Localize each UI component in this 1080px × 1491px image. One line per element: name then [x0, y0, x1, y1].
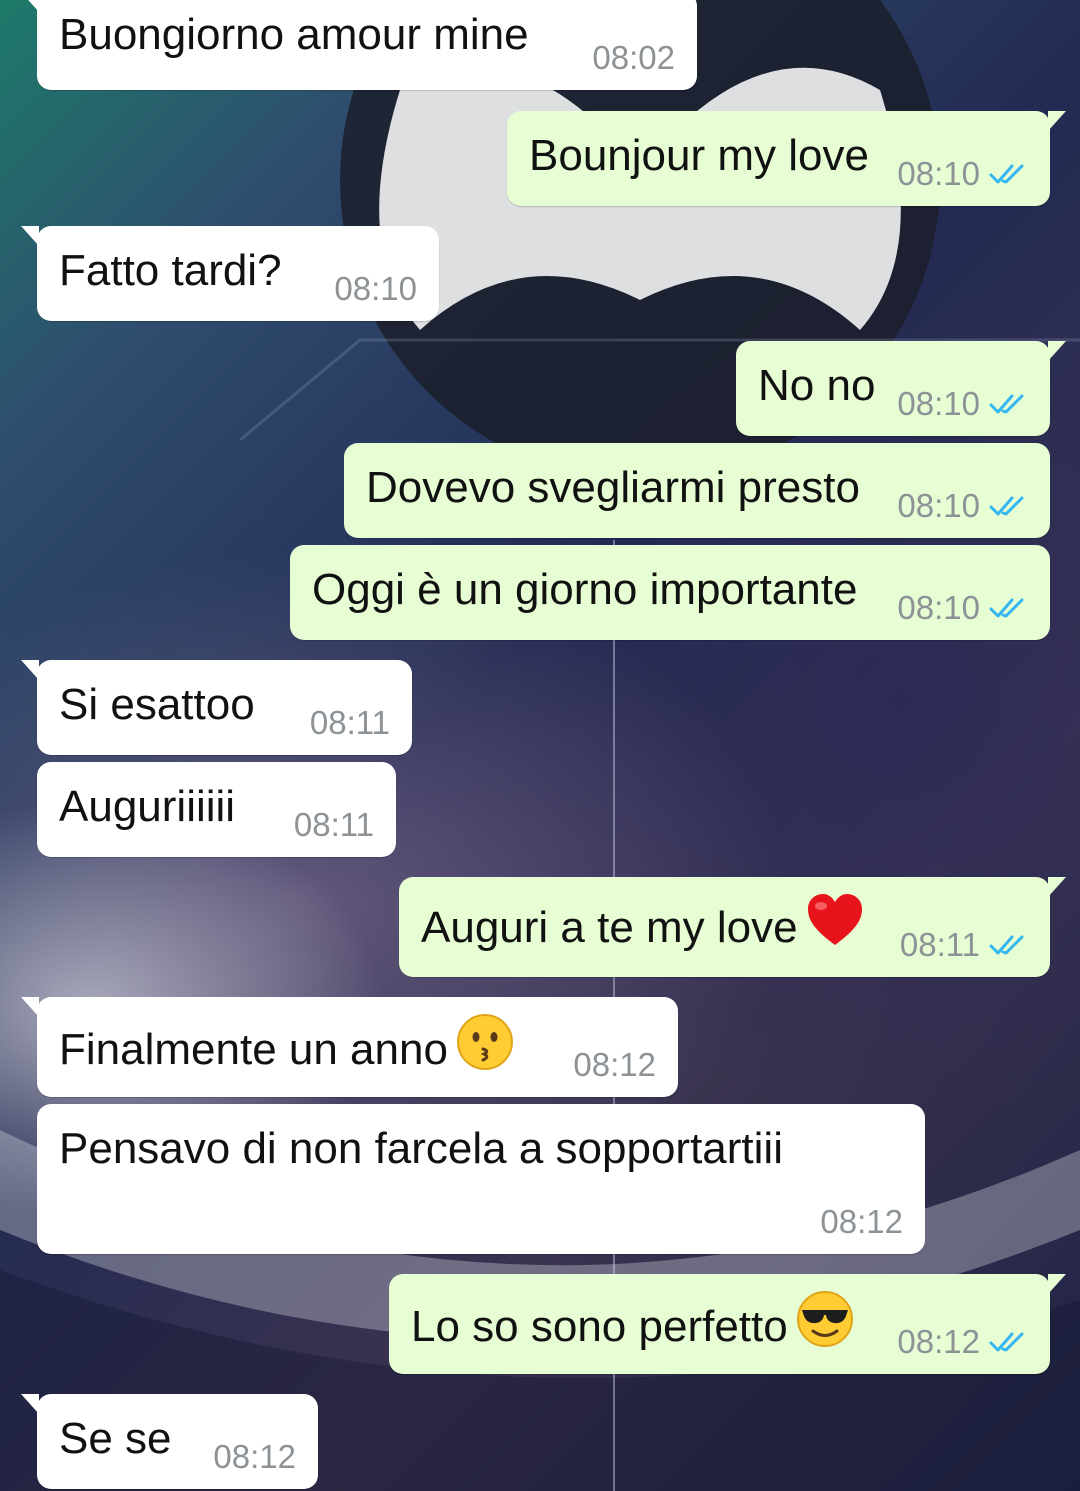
message-bubble-incoming[interactable]: Se se 08:12 — [21, 1394, 318, 1489]
message-text-content: Finalmente un anno — [59, 1025, 448, 1075]
message-bubble-incoming[interactable]: Fatto tardi? 08:10 — [21, 226, 439, 321]
message-text: Oggi è un giorno importante — [312, 565, 858, 614]
read-receipt-icon — [989, 1332, 1024, 1352]
message-bubble-incoming[interactable]: Pensavo di non farcela a sopportartiii 0… — [37, 1104, 925, 1254]
message-text: Pensavo di non farcela a sopportartiii — [59, 1124, 783, 1173]
message-meta: 08:10 — [897, 386, 1028, 422]
message-meta: 08:12 — [820, 1204, 903, 1240]
message-meta: 08:10 — [334, 271, 417, 307]
message-text: Buongiorno amour mine — [59, 10, 529, 59]
message-bubble-outgoing[interactable]: Bounjour my love 08:10 — [507, 111, 1066, 206]
message-text: Auguriiiiii — [59, 782, 236, 831]
message-time: 08:12 — [897, 1323, 980, 1360]
message-bubble-incoming[interactable]: Auguriiiiii 08:11 — [37, 762, 396, 857]
message-text-content: Auguri a te my love — [421, 903, 798, 953]
message-time: 08:12 — [573, 1046, 656, 1083]
message-bubble-outgoing[interactable]: Dovevo svegliarmi presto 08:10 — [344, 443, 1050, 538]
message-time: 08:10 — [897, 589, 980, 626]
message-time: 08:11 — [293, 806, 374, 843]
message-meta: 08:10 — [897, 156, 1028, 192]
message-meta: 08:12 — [897, 1324, 1028, 1360]
message-bubble-incoming[interactable]: Finalmente un anno 08:12 — [21, 997, 678, 1097]
message-meta: 08:12 — [573, 1047, 656, 1083]
message-text: Bounjour my love — [529, 131, 869, 180]
message-bubble-outgoing[interactable]: Auguri a te my love 08:11 — [399, 877, 1066, 977]
message-time: 08:11 — [899, 926, 980, 963]
message-meta: 08:11 — [310, 705, 390, 741]
message-time: 08:12 — [213, 1438, 296, 1475]
message-text: Finalmente un anno — [59, 1014, 514, 1088]
red-heart-icon — [806, 893, 864, 960]
sunglasses-face-icon — [796, 1290, 854, 1361]
message-bubble-incoming[interactable]: Si esattoo 08:11 — [21, 660, 412, 755]
message-text: Se se — [59, 1414, 172, 1463]
read-receipt-icon — [989, 935, 1024, 955]
message-bubble-outgoing[interactable]: Lo so sono perfetto 08:12 — [389, 1274, 1066, 1374]
message-time: 08:10 — [897, 487, 980, 524]
message-text: No no — [758, 361, 876, 410]
message-text: Dovevo svegliarmi presto — [366, 463, 860, 512]
read-receipt-icon — [989, 164, 1024, 184]
message-time: 08:11 — [309, 704, 390, 741]
message-time: 08:12 — [820, 1203, 903, 1240]
message-meta: 08:10 — [897, 488, 1028, 524]
message-meta: 08:11 — [900, 927, 1028, 963]
read-receipt-icon — [989, 496, 1024, 516]
message-bubble-incoming[interactable]: Buongiorno amour mine 08:02 — [21, 0, 697, 90]
message-time: 08:10 — [897, 385, 980, 422]
read-receipt-icon — [989, 598, 1024, 618]
message-text-content: Lo so sono perfetto — [411, 1302, 788, 1352]
message-text: Auguri a te my love — [421, 894, 864, 964]
message-bubble-outgoing[interactable]: Oggi è un giorno importante 08:10 — [290, 545, 1050, 640]
message-text: Lo so sono perfetto — [411, 1291, 854, 1365]
message-text: Si esattoo — [59, 680, 255, 729]
message-time: 08:10 — [897, 155, 980, 192]
message-time: 08:10 — [334, 270, 417, 307]
message-text: Fatto tardi? — [59, 246, 282, 295]
message-meta: 08:11 — [294, 807, 374, 843]
message-meta: 08:12 — [213, 1439, 296, 1475]
message-meta: 08:02 — [592, 40, 675, 76]
kissing-face-icon — [456, 1013, 514, 1084]
message-time: 08:02 — [592, 39, 675, 76]
message-bubble-outgoing[interactable]: No no 08:10 — [736, 341, 1066, 436]
read-receipt-icon — [989, 394, 1024, 414]
message-meta: 08:10 — [897, 590, 1028, 626]
